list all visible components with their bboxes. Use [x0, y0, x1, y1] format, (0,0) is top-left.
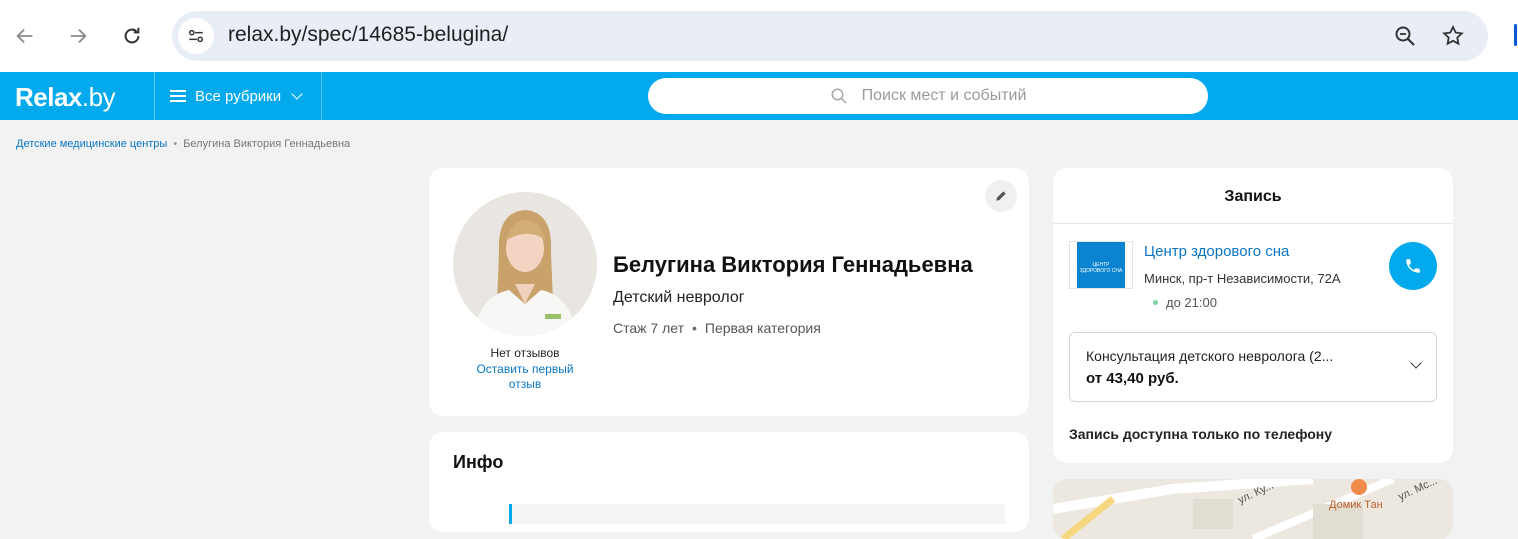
- booking-title: Запись: [1053, 168, 1453, 224]
- toolbar-edge-indicator: [1514, 24, 1517, 46]
- bookmark-button[interactable]: [1440, 23, 1466, 49]
- search-placeholder: Поиск мест и событий: [861, 87, 1027, 104]
- breadcrumb-link-category[interactable]: Детские медицинские центры: [16, 138, 167, 150]
- back-button[interactable]: [9, 20, 41, 52]
- map-place-label: Домик Тан: [1329, 499, 1383, 511]
- meta-separator: •: [691, 320, 697, 336]
- header-divider: [321, 72, 322, 120]
- breadcrumb-separator: •: [173, 138, 178, 150]
- service-name: Консультация детского невролога (2...: [1086, 348, 1334, 364]
- doctor-avatar[interactable]: [453, 192, 597, 336]
- info-card: Инфо: [429, 432, 1029, 532]
- doctor-photo: [453, 192, 597, 336]
- rubrics-label: Все рубрики: [195, 87, 282, 105]
- breadcrumb: Детские медицинские центры • Белугина Ви…: [16, 138, 350, 150]
- clinic-hours-text: до 21:00: [1166, 295, 1217, 310]
- service-price: от 43,40 руб.: [1086, 370, 1179, 387]
- header-divider: [154, 72, 155, 120]
- chevron-down-icon: [291, 87, 303, 100]
- site-info-button[interactable]: [178, 18, 214, 54]
- tune-icon: [189, 29, 203, 43]
- search-input[interactable]: Поиск мест и событий: [648, 78, 1208, 114]
- clinic-logo-text: центр здорового сна: [1077, 242, 1125, 288]
- rubrics-menu-button[interactable]: Все рубрики: [170, 86, 303, 106]
- chevron-down-icon: [1410, 357, 1422, 369]
- doctor-profile-card: Нет отзывов Оставить первый отзыв Белуги…: [429, 168, 1029, 416]
- phone-only-note: Запись доступна только по телефону: [1069, 426, 1333, 442]
- reload-icon: [124, 27, 140, 44]
- search-icon: [831, 88, 847, 104]
- info-content-block: [509, 504, 1005, 524]
- address-bar[interactable]: relax.by/spec/14685-belugina/: [172, 11, 1488, 61]
- doctor-meta: Стаж 7 лет • Первая категория: [613, 320, 821, 336]
- reload-button[interactable]: [116, 20, 148, 52]
- doctor-category: Первая категория: [704, 320, 821, 336]
- leave-first-review-link[interactable]: Оставить первый отзыв: [465, 362, 585, 392]
- edit-button[interactable]: [985, 180, 1017, 212]
- call-button[interactable]: [1389, 242, 1437, 290]
- zoom-icon: [1395, 26, 1415, 46]
- map-card[interactable]: ул. Ку... ул. Мс... Домик Тан: [1053, 479, 1453, 539]
- clinic-logo[interactable]: центр здорового сна: [1069, 241, 1133, 289]
- arrow-right-icon: [70, 28, 87, 44]
- star-icon: [1442, 24, 1464, 46]
- logo-main: Relax: [15, 82, 82, 112]
- arrow-left-icon: [16, 28, 33, 44]
- zoom-button[interactable]: [1392, 23, 1418, 49]
- doctor-experience: Стаж 7 лет: [613, 320, 684, 336]
- pencil-icon: [996, 191, 1006, 201]
- doctor-specialty: Детский невролог: [613, 289, 745, 306]
- logo-suffix: .by: [81, 82, 116, 112]
- clinic-address: Минск, пр-т Независимости, 72А: [1144, 271, 1341, 286]
- url-text[interactable]: relax.by/spec/14685-belugina/: [228, 23, 508, 47]
- clinic-name-link[interactable]: Центр здорового сна: [1144, 243, 1289, 260]
- doctor-name: Белугина Виктория Геннадьевна: [613, 252, 973, 277]
- open-status-dot: [1153, 300, 1158, 305]
- booking-card: Запись центр здорового сна Центр здорово…: [1053, 168, 1453, 463]
- browser-toolbar: relax.by/spec/14685-belugina/: [0, 0, 1518, 72]
- menu-icon: [170, 90, 186, 102]
- service-select[interactable]: Консультация детского невролога (2... от…: [1069, 332, 1437, 402]
- site-logo[interactable]: Relax.by: [15, 82, 116, 113]
- info-title: Инфо: [453, 452, 504, 472]
- breadcrumb-current: Белугина Виктория Геннадьевна: [183, 138, 351, 150]
- clinic-hours: до 21:00: [1153, 295, 1217, 310]
- phone-icon: [1406, 259, 1420, 273]
- forward-button[interactable]: [62, 20, 94, 52]
- reviews-status: Нет отзывов: [490, 346, 560, 360]
